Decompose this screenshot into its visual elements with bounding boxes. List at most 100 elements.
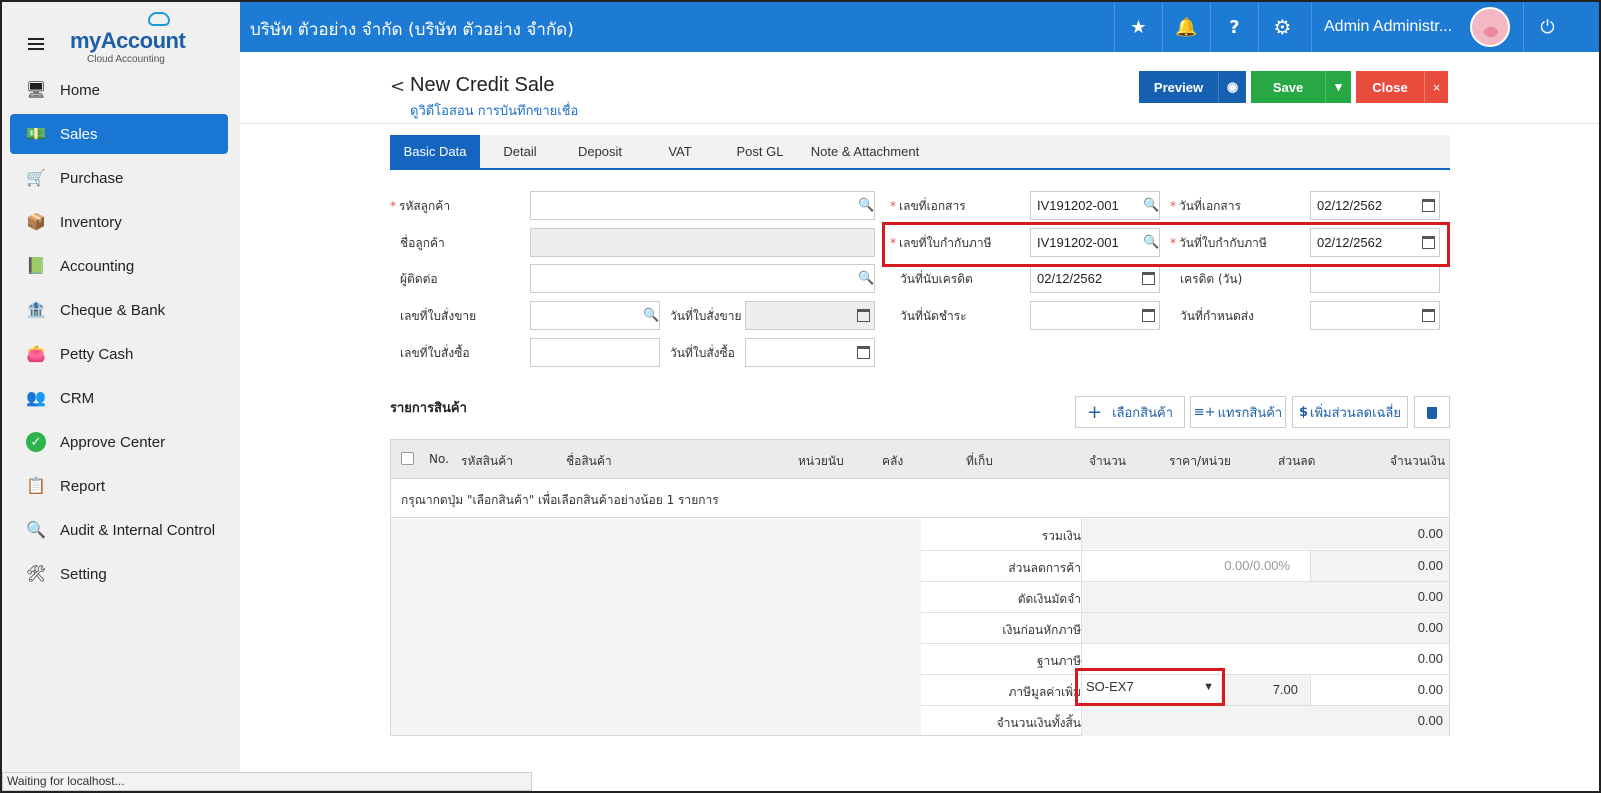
- back-chevron-icon[interactable]: <: [390, 76, 405, 97]
- contact-input[interactable]: [530, 264, 875, 293]
- bell-icon[interactable]: 🔔: [1162, 2, 1210, 52]
- calendar-icon[interactable]: [1142, 272, 1155, 285]
- due-date-label: วันที่นัดชำระ: [900, 309, 967, 323]
- credit-start-input[interactable]: 02/12/2562: [1030, 264, 1160, 293]
- user-name[interactable]: Admin Administr...: [1311, 2, 1452, 52]
- tab-vat[interactable]: VAT: [640, 135, 720, 168]
- home-icon: 🖥: [25, 82, 47, 99]
- search-icon[interactable]: 🔍: [1143, 198, 1159, 213]
- dropdown-arrow-icon: ▼: [1203, 681, 1214, 693]
- tab-deposit[interactable]: Deposit: [560, 135, 640, 168]
- calendar-icon[interactable]: [1142, 309, 1155, 322]
- insert-product-button[interactable]: ≡+ แทรกสินค้า: [1190, 396, 1286, 428]
- sidebar-item-petty-cash[interactable]: 👛 Petty Cash: [10, 334, 228, 374]
- delivery-date-input[interactable]: [1310, 301, 1440, 330]
- sidebar-item-accounting[interactable]: 📗 Accounting: [10, 246, 228, 286]
- sidebar-item-label: Purchase: [60, 169, 124, 187]
- col-warehouse: คลัง: [882, 454, 904, 468]
- sidebar: myAccount Cloud Accounting 🖥 Home 💵 Sales …: [2, 2, 240, 791]
- top-bar: บริษัท ตัวอย่าง จำกัด (บริษัท ตัวอย่าง จ…: [240, 2, 1599, 52]
- box-icon: 📦: [26, 214, 46, 231]
- close-x-icon[interactable]: ×: [1424, 71, 1448, 103]
- calendar-icon[interactable]: [1422, 199, 1435, 212]
- star-icon[interactable]: ★: [1114, 2, 1162, 52]
- save-button[interactable]: Save: [1251, 71, 1325, 103]
- calendar-icon[interactable]: [1422, 309, 1435, 322]
- tutorial-link[interactable]: ดูวิดีโอสอน การบันทึกขายเชื่อ: [410, 100, 578, 121]
- trade-discount-input[interactable]: 0.00/0.00%: [1224, 558, 1290, 573]
- sidebar-item-purchase[interactable]: 🛒 Purchase: [10, 158, 228, 198]
- sidebar-item-label: Cheque & Bank: [60, 301, 166, 319]
- power-icon[interactable]: ⏻: [1523, 2, 1571, 52]
- tab-post-gl[interactable]: Post GL: [720, 135, 800, 168]
- before-tax-row: เงินก่อนหักภาษี 0.00: [921, 612, 1449, 643]
- sales-icon: 💵: [26, 126, 46, 143]
- po-no-input[interactable]: [530, 338, 660, 367]
- vat-code-select[interactable]: SO-EX7 ▼: [1082, 675, 1218, 699]
- sidebar-item-audit[interactable]: 🔍 Audit & Internal Control: [10, 510, 228, 550]
- contact-label: ผู้ติดต่อ: [400, 272, 438, 286]
- tab-basic-data[interactable]: Basic Data: [390, 135, 480, 168]
- subtotal-row: รวมเงิน 0.00: [921, 519, 1449, 550]
- doc-date-input[interactable]: 02/12/2562: [1310, 191, 1440, 220]
- bank-icon: 🏦: [26, 302, 46, 319]
- due-date-input[interactable]: [1030, 301, 1160, 330]
- delete-button[interactable]: [1414, 396, 1450, 428]
- tab-note-attachment[interactable]: Note & Attachment: [800, 135, 930, 168]
- hamburger-menu-icon[interactable]: [28, 38, 44, 50]
- sidebar-item-inventory[interactable]: 📦 Inventory: [10, 202, 228, 242]
- preview-button[interactable]: Preview: [1139, 71, 1218, 103]
- trade-discount-label: ส่วนลดการค้า: [1008, 561, 1081, 575]
- sidebar-item-report[interactable]: 📋 Report: [10, 466, 228, 506]
- empty-message: กรุณากดปุ่ม "เลือกสินค้า" เพื่อเลือกสินค…: [401, 493, 719, 507]
- select-product-button[interactable]: + เลือกสินค้า: [1075, 396, 1185, 428]
- doc-no-input[interactable]: IV191202-001: [1030, 191, 1160, 220]
- sidebar-item-label: CRM: [60, 389, 95, 407]
- col-product-code: รหัสสินค้า: [461, 454, 513, 468]
- total-row: จำนวนเงินทั้งสิ้น 0.00: [921, 705, 1449, 736]
- customer-code-input[interactable]: [530, 191, 875, 220]
- brand-logo: myAccount: [70, 28, 186, 53]
- calendar-icon[interactable]: [857, 309, 870, 322]
- doc-date-label: * วันที่เอกสาร: [1170, 199, 1241, 213]
- vat-rate: 7.00: [1272, 682, 1298, 697]
- sidebar-item-label: Accounting: [60, 257, 135, 275]
- sidebar-item-cheque-bank[interactable]: 🏦 Cheque & Bank: [10, 290, 228, 330]
- sidebar-item-setting[interactable]: 🛠 Setting: [10, 554, 228, 594]
- blank-area: [391, 519, 921, 735]
- search-icon[interactable]: 🔍: [858, 198, 874, 213]
- save-dropdown-icon[interactable]: ▾: [1325, 71, 1351, 103]
- browser-status-bar: Waiting for localhost...: [2, 772, 532, 791]
- sidebar-item-home[interactable]: 🖥 Home: [10, 70, 228, 110]
- sidebar-item-label: Audit & Internal Control: [60, 521, 216, 539]
- po-no-label: เลขที่ใบสั่งซื้อ: [400, 346, 470, 360]
- so-date-input: [745, 301, 875, 330]
- credit-days-label: เครดิต (วัน): [1180, 272, 1243, 286]
- po-date-input[interactable]: [745, 338, 875, 367]
- gear-icon[interactable]: ⚙: [1258, 2, 1306, 52]
- sidebar-item-approve-center[interactable]: ✓ Approve Center: [10, 422, 228, 462]
- sidebar-item-sales[interactable]: 💵 Sales: [10, 114, 228, 154]
- select-all-checkbox[interactable]: [401, 452, 414, 465]
- tab-detail[interactable]: Detail: [480, 135, 560, 168]
- help-icon[interactable]: ?: [1210, 2, 1258, 52]
- people-icon: 👥: [26, 390, 46, 407]
- trade-discount-row: ส่วนลดการค้า 0.00/0.00% 0.00: [921, 550, 1449, 581]
- credit-days-input[interactable]: [1310, 264, 1440, 293]
- dollar-icon: $: [1298, 404, 1309, 420]
- sidebar-item-crm[interactable]: 👥 CRM: [10, 378, 228, 418]
- close-button[interactable]: Close: [1356, 71, 1424, 103]
- customer-code-label: * รหัสลูกค้า: [390, 199, 451, 213]
- plus-icon: +: [1087, 401, 1103, 423]
- po-date-label: วันที่ใบสั่งซื้อ: [670, 346, 735, 360]
- search-icon[interactable]: 🔍: [858, 271, 874, 286]
- book-icon: 📗: [26, 258, 46, 275]
- calendar-icon[interactable]: [857, 346, 870, 359]
- eye-icon[interactable]: ◉: [1218, 71, 1246, 103]
- so-no-input[interactable]: [530, 301, 660, 330]
- search-icon[interactable]: 🔍: [643, 308, 659, 323]
- avatar[interactable]: [1470, 7, 1510, 47]
- average-discount-button[interactable]: $ เพิ่มส่วนลดเฉลี่ย: [1292, 396, 1408, 428]
- sidebar-item-label: Sales: [60, 125, 98, 143]
- subtotal-label: รวมเงิน: [1041, 529, 1081, 543]
